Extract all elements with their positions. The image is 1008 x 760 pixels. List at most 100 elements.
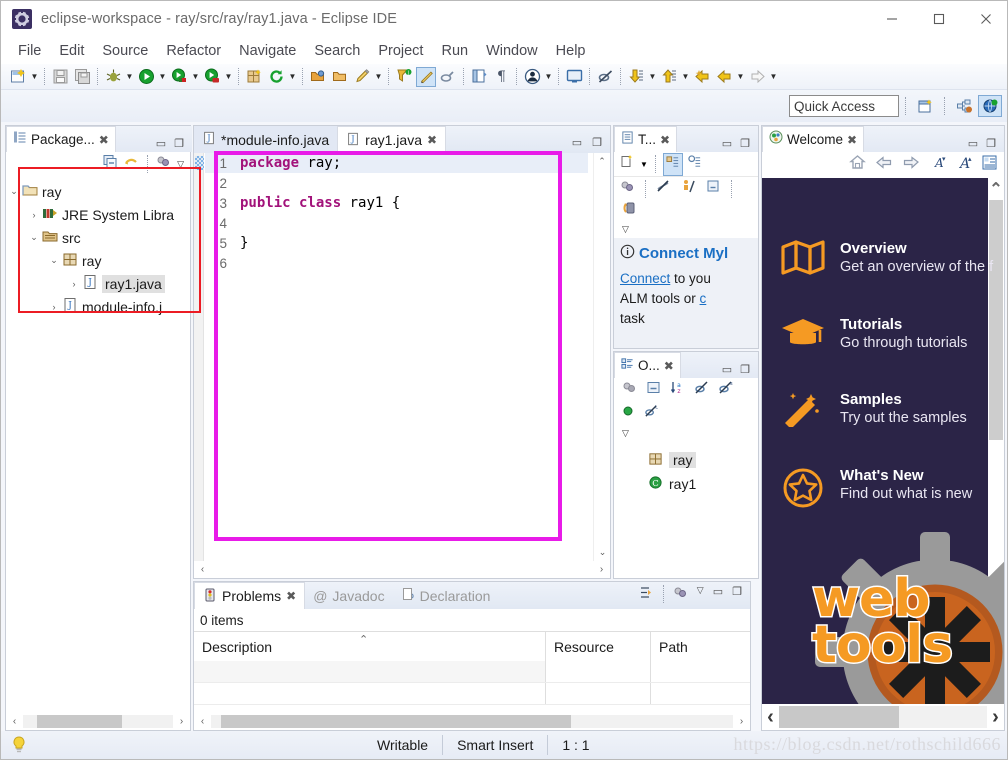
tab-problems[interactable]: Problems ✖ [194, 582, 306, 609]
maximize-icon[interactable]: ❐ [592, 136, 602, 149]
editor-tab-module-info[interactable]: J *module-info.java [194, 126, 338, 153]
synchronize-icon[interactable] [622, 200, 638, 221]
view-menu-icon[interactable]: ▽ [177, 159, 184, 170]
scroll-track[interactable] [211, 563, 593, 576]
menu-search[interactable]: Search [305, 40, 369, 62]
back-icon[interactable] [875, 154, 893, 176]
create-link[interactable]: c [700, 291, 707, 306]
welcome-hscrollbar[interactable]: ‹ › [762, 704, 1004, 730]
view-menu-icon[interactable]: ▽ [622, 224, 629, 235]
new-task-dropdown-icon[interactable]: ▼ [640, 160, 648, 169]
maximize-icon[interactable]: ❐ [986, 137, 996, 150]
categorized-mode-icon[interactable] [662, 152, 683, 176]
welcome-item-overview[interactable]: Overview Get an overview of the f [762, 240, 1004, 276]
open-task-icon[interactable] [330, 67, 350, 87]
link-with-editor-icon[interactable] [706, 179, 721, 199]
table-row[interactable] [194, 661, 750, 683]
new-wizard-dropdown-icon[interactable]: ▼ [29, 67, 40, 87]
filters-icon[interactable] [673, 585, 688, 605]
sort-icon[interactable]: az [670, 380, 685, 400]
tab-declaration[interactable]: Declaration [393, 582, 499, 609]
scroll-right-icon[interactable]: › [173, 716, 190, 727]
menu-refactor[interactable]: Refactor [157, 40, 230, 62]
scroll-left-icon[interactable]: ‹ [6, 716, 23, 727]
menu-source[interactable]: Source [93, 40, 157, 62]
forward-icon[interactable] [902, 154, 920, 176]
menu-project[interactable]: Project [369, 40, 432, 62]
welcome-item-tutorials[interactable]: Tutorials Go through tutorials [762, 316, 1004, 351]
perspective-javaee-button[interactable] [978, 95, 1002, 117]
scroll-right-icon[interactable]: › [733, 716, 750, 727]
console-icon[interactable] [564, 67, 584, 87]
editor-gutter[interactable] [194, 153, 204, 578]
run-coverage-icon[interactable] [169, 67, 189, 87]
previous-annotation-icon[interactable] [659, 67, 679, 87]
minimize-icon[interactable]: ▭ [713, 585, 723, 605]
minimize-icon[interactable]: ▭ [572, 136, 582, 149]
table-row[interactable] [194, 683, 750, 705]
next-annotation-dropdown-icon[interactable]: ▼ [647, 67, 658, 87]
code-area[interactable]: 1 package ray; 2 3 public class ray1 { 4… [194, 153, 610, 578]
tab-welcome[interactable]: Welcome ✖ [762, 126, 865, 152]
maximize-icon[interactable]: ❐ [740, 137, 750, 150]
show-public-icon[interactable] [622, 404, 636, 423]
close-icon[interactable]: ✖ [286, 589, 296, 603]
scroll-left-icon[interactable]: ‹ [762, 706, 779, 729]
problems-hscrollbar[interactable]: ‹ › [194, 713, 750, 730]
customize-page-icon[interactable] [981, 154, 998, 176]
toggle-markers-icon[interactable] [416, 66, 436, 87]
tree-item-module-info[interactable]: › J module-info.j [6, 295, 190, 318]
quick-access-input[interactable] [789, 95, 899, 117]
scroll-left-icon[interactable]: ‹ [194, 716, 211, 727]
view-menu-icon[interactable]: ▽ [622, 428, 629, 439]
run-dropdown-icon[interactable]: ▼ [157, 67, 168, 87]
view-menu-filters-icon[interactable] [156, 154, 171, 174]
menu-file[interactable]: File [9, 40, 50, 62]
maximize-icon[interactable]: ❐ [732, 585, 742, 605]
scroll-up-icon[interactable]: ⌃ [594, 153, 610, 170]
scroll-thumb[interactable] [37, 715, 122, 728]
minimize-icon[interactable]: ▭ [968, 137, 978, 150]
open-perspective-icon[interactable] [469, 67, 489, 87]
close-button[interactable] [962, 1, 1007, 37]
refresh-icon[interactable] [266, 67, 286, 87]
chevron-down-icon[interactable]: ⌄ [6, 186, 22, 197]
hide-static-icon[interactable] [694, 380, 709, 400]
close-icon[interactable]: ✖ [660, 133, 670, 147]
focus-on-selection-icon[interactable] [639, 585, 654, 605]
link-with-editor-icon[interactable] [124, 154, 139, 174]
chevron-down-icon[interactable]: ⌄ [46, 255, 62, 266]
scroll-right-icon[interactable]: › [593, 564, 610, 575]
filter-completed-icon[interactable] [656, 179, 671, 199]
column-header-description[interactable]: Description ⌃ [194, 632, 546, 661]
welcome-item-samples[interactable]: Samples Try out the samples [762, 391, 1004, 427]
scroll-right-icon[interactable]: › [987, 706, 1004, 729]
close-icon[interactable]: ✖ [99, 133, 109, 147]
minimize-icon[interactable]: ▭ [156, 137, 166, 150]
menu-edit[interactable]: Edit [50, 40, 93, 62]
close-icon[interactable]: ✖ [664, 359, 674, 373]
editor-vscrollbar[interactable]: ⌃ ⌄ [593, 153, 610, 561]
lightbulb-icon[interactable] [11, 736, 27, 754]
code-lines[interactable]: 1 package ray; 2 3 public class ray1 { 4… [205, 153, 588, 578]
tree-item-ray1-java[interactable]: › J ray1.java [6, 272, 190, 295]
tab-package-explorer[interactable]: Package... ✖ [6, 126, 116, 152]
maximize-icon[interactable]: ❐ [740, 363, 750, 376]
editor-tab-ray1[interactable]: J ray1.java ✖ [337, 126, 447, 153]
scheduled-mode-icon[interactable] [688, 154, 702, 174]
connect-link[interactable]: Connect [620, 271, 670, 286]
previous-annotation-dropdown-icon[interactable]: ▼ [680, 67, 691, 87]
skip-breakpoints-icon[interactable] [595, 67, 615, 87]
run-external-dropdown-icon[interactable]: ▼ [223, 67, 234, 87]
forward-icon[interactable] [747, 67, 767, 87]
outline-item-package[interactable]: ray [614, 448, 758, 472]
scroll-track[interactable] [779, 706, 987, 728]
tree-item-jre-library[interactable]: › JRE System Libra [6, 203, 190, 226]
close-icon[interactable]: ✖ [847, 133, 857, 147]
pilcrow-icon[interactable]: ¶ [491, 67, 511, 87]
chevron-right-icon[interactable]: › [46, 302, 62, 312]
collapse-all-icon[interactable] [620, 179, 635, 199]
save-all-icon[interactable] [72, 67, 92, 87]
tree-item-project[interactable]: ⌄ ray [6, 180, 190, 203]
scroll-track[interactable] [211, 715, 733, 728]
